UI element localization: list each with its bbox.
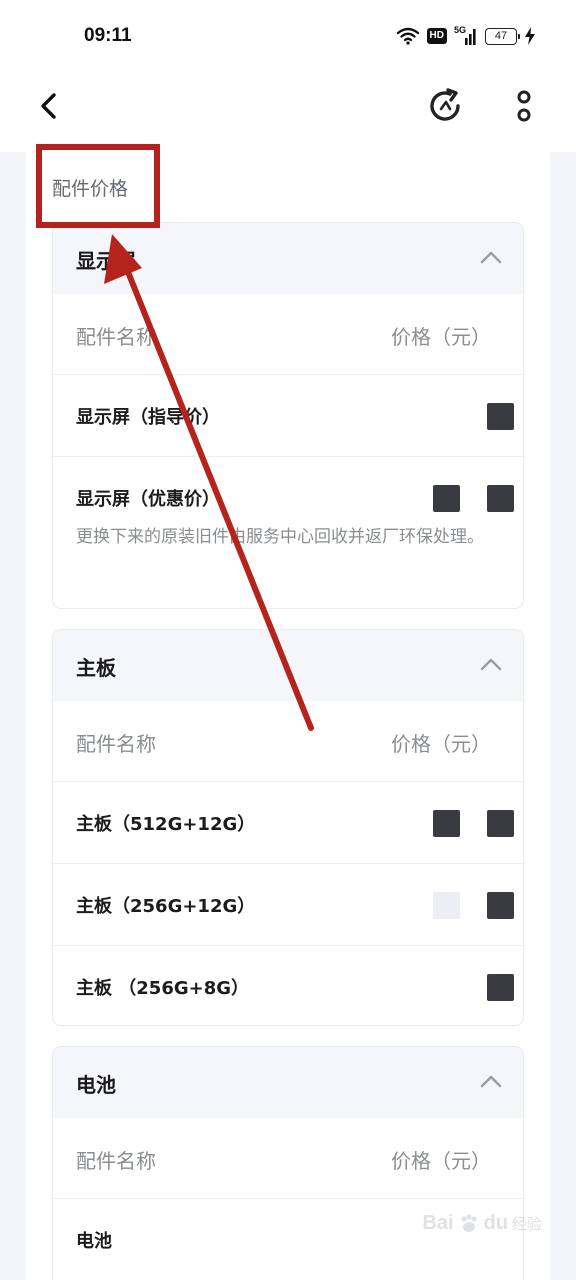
item-name: 主板 （256G+8G）: [76, 978, 249, 999]
column-header-row: 配件名称 价格（元）: [53, 1118, 523, 1199]
item-name: 主板（512G+12G）: [76, 814, 256, 835]
column-header-row: 配件名称 价格（元）: [53, 294, 523, 375]
column-name-label: 配件名称: [76, 732, 156, 756]
item-name: 显示屏（指导价）: [76, 407, 220, 428]
card-title: 电池: [76, 1073, 116, 1097]
column-header-row: 配件名称 价格（元）: [53, 701, 523, 782]
status-time: 09:11: [84, 25, 132, 46]
watermark-sub: 经验: [511, 1215, 542, 1233]
card-display: 显示屏 配件名称 价格（元） 显示屏（指导价） 显示屏（优惠价） 更换下来的原装…: [52, 222, 524, 609]
more-vertical-icon: [517, 90, 531, 122]
item-name: 显示屏（优惠价）: [76, 489, 220, 510]
refresh-icon: [430, 88, 460, 121]
more-button[interactable]: [506, 84, 542, 128]
card-battery: 电池 配件名称 价格（元） 电池: [52, 1046, 524, 1280]
card-header-motherboard[interactable]: 主板: [53, 630, 523, 701]
status-icons: HD 5G 47: [396, 25, 536, 47]
card-title: 主板: [76, 656, 116, 680]
card-motherboard: 主板 配件名称 价格（元） 主板（512G+12G） 主板（256G+12G）: [52, 629, 524, 1026]
table-row: 主板 （256G+8G）: [53, 946, 523, 1025]
price-value-redacted: [487, 485, 514, 512]
watermark-brand: Bai: [422, 1212, 454, 1234]
wifi-icon: [396, 27, 419, 45]
table-row: 主板（512G+12G）: [53, 782, 523, 864]
card-header-display[interactable]: 显示屏: [53, 223, 523, 294]
app-screen: 09:11 HD 5G 47 配件价格 显示屏 配件名称 价格（元） 显示屏（指…: [0, 0, 576, 1280]
column-price-label: 价格（元）: [391, 1149, 491, 1173]
battery-icon: 47: [485, 27, 520, 45]
chevron-up-icon[interactable]: [479, 654, 503, 676]
column-name-label: 配件名称: [76, 325, 156, 349]
item-note: 更换下来的原装旧件由服务中心回收并返厂环保处理。: [76, 527, 484, 547]
price-value-redacted: [433, 892, 460, 919]
price-value-redacted: [487, 974, 514, 1001]
price-value-redacted: [433, 485, 460, 512]
table-row: 显示屏（优惠价） 更换下来的原装旧件由服务中心回收并返厂环保处理。: [53, 457, 523, 608]
refresh-button[interactable]: [424, 84, 468, 128]
hd-badge: HD: [426, 28, 447, 44]
item-name: 电池: [76, 1231, 112, 1252]
column-price-label: 价格（元）: [391, 732, 491, 756]
price-value-redacted: [487, 810, 514, 837]
column-price-label: 价格（元）: [391, 325, 491, 349]
charging-icon: [525, 27, 535, 45]
paw-icon: [460, 1213, 477, 1232]
battery-level: 47: [494, 30, 508, 42]
price-value-redacted: [487, 892, 514, 919]
back-button[interactable]: [30, 86, 70, 126]
chevron-up-icon[interactable]: [479, 1071, 503, 1093]
column-name-label: 配件名称: [76, 1149, 156, 1173]
app-header: [0, 72, 576, 152]
price-value-redacted: [487, 403, 514, 430]
chevron-up-icon[interactable]: [479, 247, 503, 269]
baidu-watermark: Bai du 经验: [422, 1212, 542, 1235]
item-name: 主板（256G+12G）: [76, 896, 256, 917]
annotation-highlight-box: [36, 144, 160, 228]
card-title: 显示屏: [76, 249, 136, 273]
card-header-battery[interactable]: 电池: [53, 1047, 523, 1118]
price-value-redacted: [433, 810, 460, 837]
table-row: 主板（256G+12G）: [53, 864, 523, 946]
chevron-left-icon: [41, 93, 56, 119]
content-panel: 配件价格 显示屏 配件名称 价格（元） 显示屏（指导价） 显示屏（优惠价） 更换…: [26, 152, 550, 1280]
table-row: 显示屏（指导价）: [53, 375, 523, 457]
status-bar: 09:11 HD 5G 47: [0, 0, 576, 72]
signal-icon: 5G: [454, 26, 478, 46]
watermark-brand-suffix: du: [483, 1212, 508, 1234]
